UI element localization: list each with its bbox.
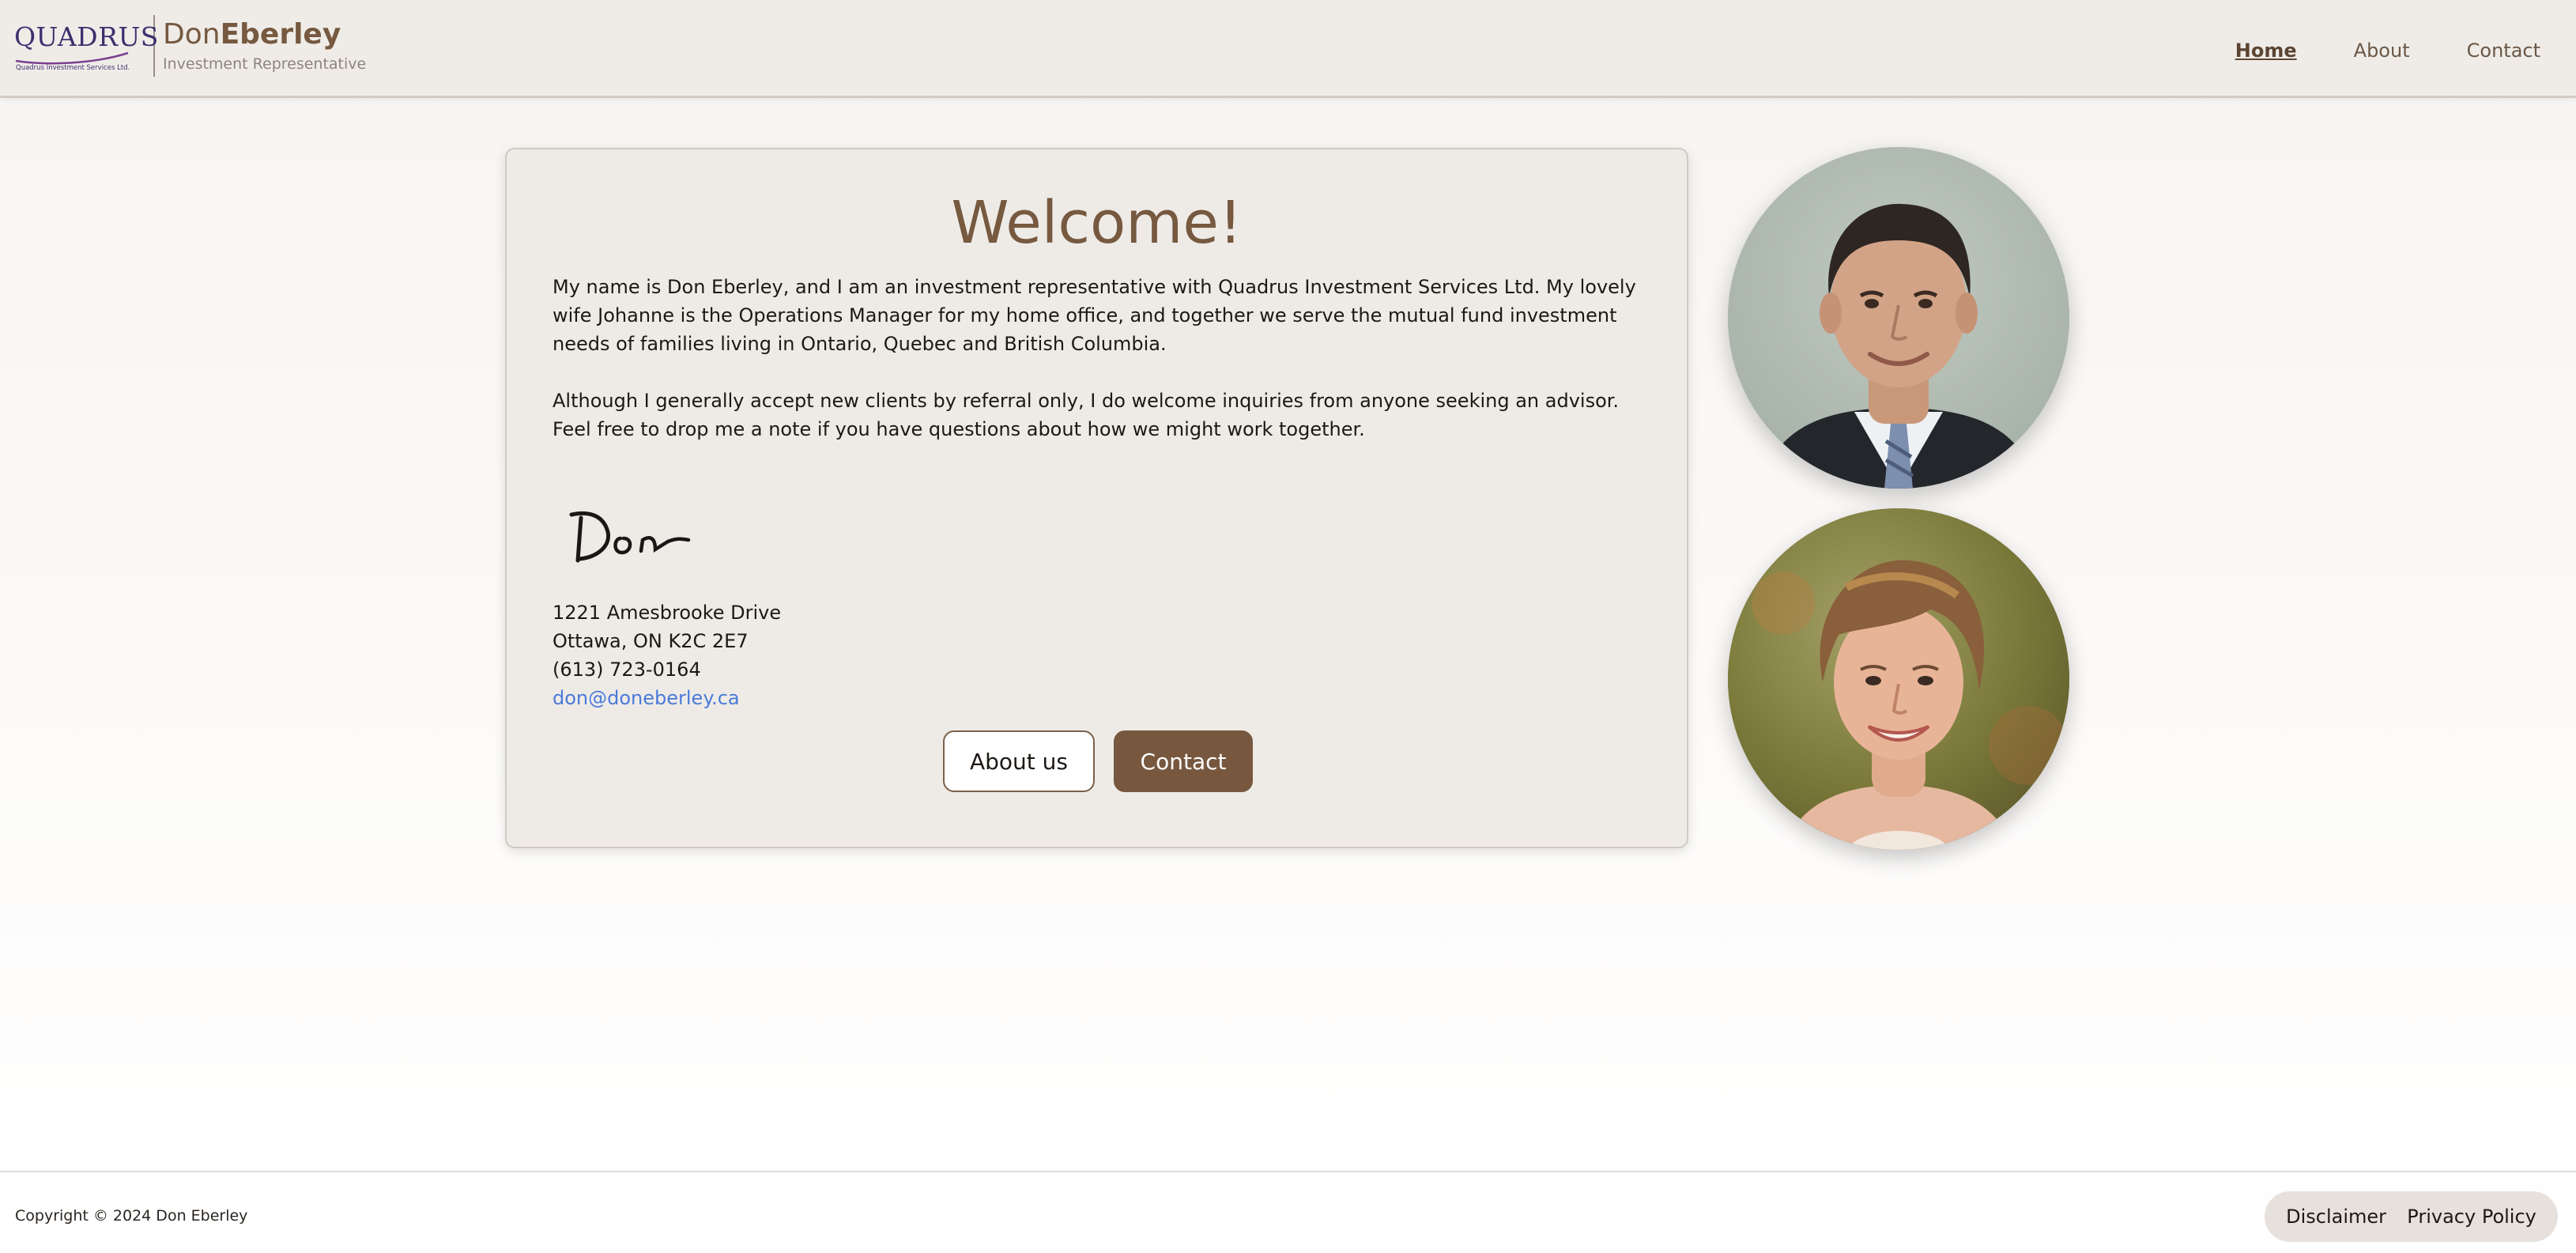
brand-block[interactable]: QUADRUS Quadrus Investment Services Ltd.… xyxy=(14,14,366,77)
brand-name: DonEberley xyxy=(163,19,366,51)
address-phone: (613) 723-0164 xyxy=(553,659,701,681)
johanne-portrait xyxy=(1728,508,2069,850)
welcome-card: Welcome! My name is Don Eberley, and I a… xyxy=(505,148,1688,848)
site-header: QUADRUS Quadrus Investment Services Ltd.… xyxy=(0,0,2576,98)
quadrus-logo: QUADRUS Quadrus Investment Services Ltd. xyxy=(14,17,158,75)
address-city: Ottawa, ON K2C 2E7 xyxy=(553,630,749,652)
quadrus-wordmark: QUADRUS xyxy=(14,21,159,52)
brand-first-name: Don xyxy=(163,18,221,51)
brand-text: DonEberley Investment Representative xyxy=(163,19,366,73)
nav-home[interactable]: Home xyxy=(2235,40,2297,62)
don-portrait xyxy=(1728,147,2069,489)
footer-divider xyxy=(0,1171,2576,1172)
main-nav: Home About Contact xyxy=(2235,40,2540,62)
nav-contact[interactable]: Contact xyxy=(2467,40,2540,62)
brand-last-name: Eberley xyxy=(220,18,341,51)
signature-image xyxy=(569,511,691,563)
welcome-title: Welcome! xyxy=(951,189,1243,257)
footer-links: Disclaimer Privacy Policy xyxy=(2265,1191,2558,1242)
nav-about[interactable]: About xyxy=(2354,40,2410,62)
quadrus-logo-subtitle: Quadrus Investment Services Ltd. xyxy=(16,64,130,72)
copyright-text: Copyright © 2024 Don Eberley xyxy=(15,1207,248,1225)
contact-button[interactable]: Contact xyxy=(1114,730,1253,792)
privacy-policy-link[interactable]: Privacy Policy xyxy=(2407,1206,2536,1228)
intro-paragraph: My name is Don Eberley, and I am an inve… xyxy=(553,276,1636,355)
address-street: 1221 Amesbrooke Drive xyxy=(553,602,782,624)
johanne-portrait-image xyxy=(1728,508,2069,850)
contact-address: 1221 Amesbrooke Drive Ottawa, ON K2C 2E7… xyxy=(553,598,781,712)
email-link[interactable]: don@doneberley.ca xyxy=(553,684,781,712)
referral-paragraph: Although I generally accept new clients … xyxy=(553,390,1620,440)
brand-role: Investment Representative xyxy=(163,55,367,73)
disclaimer-link[interactable]: Disclaimer xyxy=(2286,1206,2386,1228)
don-portrait-image xyxy=(1728,147,2069,489)
about-us-button[interactable]: About us xyxy=(943,730,1095,792)
